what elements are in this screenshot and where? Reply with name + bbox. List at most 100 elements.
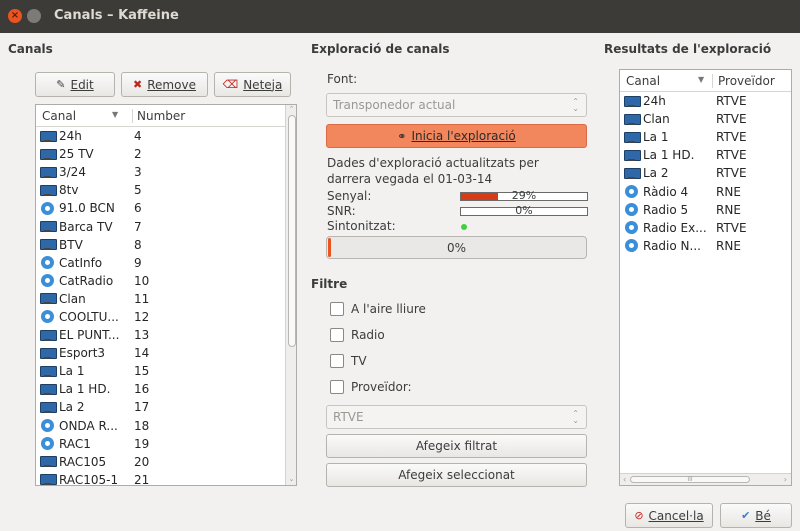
list-item[interactable]: Barca TV 7 (36, 217, 296, 235)
channels-scrollbar[interactable]: ⌃ ⌄ (285, 105, 296, 485)
channel-provider: RTVE (716, 130, 747, 145)
list-item[interactable]: Esport3 14 (36, 344, 296, 362)
tv-icon (40, 456, 57, 468)
tv-icon (624, 95, 641, 107)
channel-name: 24h (59, 129, 82, 144)
list-item[interactable]: Clan 11 (36, 290, 296, 308)
list-item[interactable]: RAC105 20 (36, 453, 296, 471)
ok-button[interactable]: ✔ Bé (720, 503, 792, 528)
results-hscroll-thumb[interactable]: III (630, 476, 750, 483)
channels-scroll-thumb[interactable] (288, 115, 296, 347)
add-selected-button[interactable]: Afegeix seleccionat (326, 463, 587, 487)
list-item[interactable]: La 1 RTVE (620, 128, 791, 146)
checkbox-box[interactable] (330, 354, 344, 368)
list-item[interactable]: 8tv 5 (36, 181, 296, 199)
signal-value: 29% (511, 189, 537, 202)
channel-cell: EL PUNT... (36, 328, 132, 342)
tv-checkbox[interactable]: TV (330, 354, 367, 368)
channel-number: 11 (134, 291, 150, 306)
checkbox-box[interactable] (330, 380, 344, 394)
column-canal[interactable]: Canal ▼ (620, 74, 712, 88)
channel-cell: BTV (36, 238, 132, 252)
channel-name: Radio N... (643, 238, 701, 253)
list-item[interactable]: La 2 RTVE (620, 164, 791, 182)
scroll-down-icon[interactable]: ⌄ (287, 475, 296, 483)
signal-meter: 29% (460, 189, 588, 202)
channel-name: 3/24 (59, 165, 86, 180)
column-provider[interactable]: Proveïdor (712, 73, 775, 88)
channel-number: 19 (134, 436, 150, 451)
list-item[interactable]: RAC1 19 (36, 435, 296, 453)
list-item[interactable]: La 2 17 (36, 398, 296, 416)
list-item[interactable]: CatInfo 9 (36, 254, 296, 272)
scroll-left-icon[interactable]: ‹ (623, 475, 626, 484)
list-item[interactable]: La 1 15 (36, 362, 296, 380)
radio-checkbox[interactable]: Radio (330, 328, 385, 342)
list-item[interactable]: 25 TV 2 (36, 145, 296, 163)
channel-name: Radio Ex... (643, 220, 707, 235)
channel-name: La 1 (59, 364, 85, 379)
scroll-up-icon[interactable]: ⌃ (287, 105, 296, 113)
channels-list[interactable]: Canal ▼ Number 24h 4 25 TV 2 3/24 3 8tv 5 91.0 B… (35, 104, 297, 486)
provider-checkbox[interactable]: Proveïdor: (330, 380, 412, 394)
list-item[interactable]: 24h RTVE (620, 92, 791, 110)
column-canal[interactable]: Canal ▼ (36, 109, 132, 123)
cancel-button[interactable]: ⊘ Cancel·la (625, 503, 713, 528)
channel-provider: RTVE (716, 148, 747, 163)
list-item[interactable]: Clan RTVE (620, 110, 791, 128)
list-item[interactable]: COOLTU... 12 (36, 308, 296, 326)
add-filtered-button[interactable]: Afegeix filtrat (326, 434, 587, 458)
list-item[interactable]: Radio Ex... RTVE (620, 219, 791, 237)
checkbox-box[interactable] (330, 302, 344, 316)
free-air-checkbox[interactable]: A l'aire lliure (330, 302, 426, 316)
channel-name: 8tv (59, 183, 79, 198)
list-item[interactable]: La 1 HD. RTVE (620, 146, 791, 164)
channel-number: 18 (134, 418, 150, 433)
list-item[interactable]: RAC105-1 21 (36, 471, 296, 485)
scroll-right-icon[interactable]: › (784, 475, 787, 484)
channel-number: 5 (134, 183, 142, 198)
start-scan-button[interactable]: ⚭ Inicia l'exploració (326, 124, 587, 148)
provider-select[interactable]: RTVE ⌃ ⌄ (326, 405, 587, 429)
tv-icon (40, 293, 57, 305)
channel-cell: 91.0 BCN (36, 201, 132, 215)
channel-number: 3 (134, 165, 142, 180)
tuned-indicator (461, 224, 467, 230)
results-list[interactable]: Canal ▼ Proveïdor 24h RTVE Clan RTVE La 1 RTV… (619, 69, 792, 486)
channel-provider: RTVE (716, 112, 747, 127)
channel-name: RAC1 (59, 436, 91, 451)
tv-icon (624, 113, 641, 125)
remove-icon: ✖ (133, 78, 143, 91)
remove-button[interactable]: ✖ Remove (121, 72, 208, 97)
list-item[interactable]: EL PUNT... 13 (36, 326, 296, 344)
list-item[interactable]: 24h 4 (36, 127, 296, 145)
source-select[interactable]: Transponedor actual ⌃ ⌄ (326, 93, 587, 117)
channel-cell: 24h (620, 94, 712, 108)
close-window-icon[interactable]: × (8, 9, 22, 23)
results-hscrollbar[interactable]: ‹ III › (620, 473, 791, 485)
list-item[interactable]: BTV 8 (36, 236, 296, 254)
clear-button[interactable]: ⌫ Neteja (214, 72, 291, 97)
list-item[interactable]: Ràdio 4 RNE (620, 182, 791, 200)
tv-icon (40, 347, 57, 359)
channel-cell: Barca TV (36, 220, 132, 234)
list-item[interactable]: ONDA R... 18 (36, 417, 296, 435)
checkbox-box[interactable] (330, 328, 344, 342)
list-item[interactable]: 3/24 3 (36, 163, 296, 181)
channel-name: Esport3 (59, 346, 106, 361)
snr-value: 0% (515, 204, 533, 217)
list-item[interactable]: CatRadio 10 (36, 272, 296, 290)
snr-meter: 0% (460, 204, 588, 217)
column-number[interactable]: Number (132, 108, 185, 123)
radio-icon (625, 239, 638, 253)
minimize-window-icon[interactable] (27, 9, 41, 23)
list-item[interactable]: Radio 5 RNE (620, 201, 791, 219)
list-item[interactable]: 91.0 BCN 6 (36, 199, 296, 217)
edit-button[interactable]: ✎ Edit (35, 72, 115, 97)
channel-cell: RAC105-1 (36, 473, 132, 485)
results-list-header: Canal ▼ Proveïdor (620, 70, 791, 92)
checkmark-icon: ✔ (741, 509, 751, 522)
list-item[interactable]: Radio N... RNE (620, 237, 791, 255)
channel-name: La 2 (643, 166, 669, 181)
list-item[interactable]: La 1 HD. 16 (36, 380, 296, 398)
